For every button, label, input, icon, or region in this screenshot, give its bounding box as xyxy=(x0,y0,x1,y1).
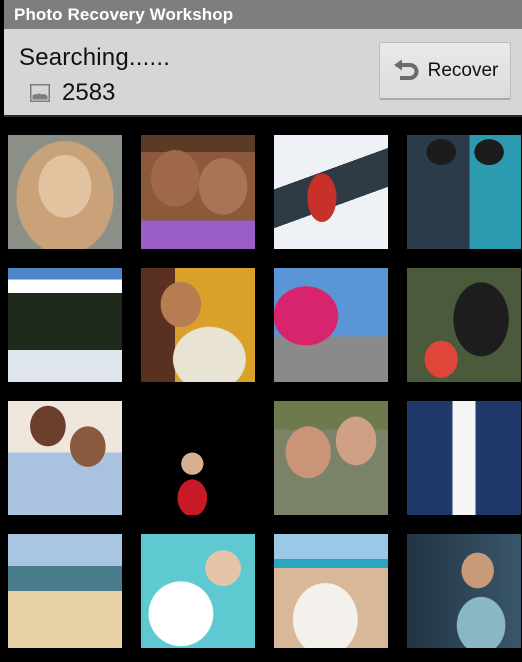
photo-thumbnail[interactable] xyxy=(274,401,388,515)
photo-image xyxy=(141,268,255,382)
photo-image xyxy=(8,135,122,249)
recovered-photo-grid xyxy=(8,135,521,648)
photo-count: 2583 xyxy=(62,79,116,106)
photo-image xyxy=(141,135,255,249)
photo-thumbnail[interactable] xyxy=(141,268,255,382)
undo-arrow-icon xyxy=(393,59,419,80)
app-title: Photo Recovery Workshop xyxy=(14,5,234,24)
photo-image xyxy=(274,135,388,249)
photo-image xyxy=(8,268,122,382)
photo-thumbnail[interactable] xyxy=(407,135,521,249)
photo-count-row: 2583 xyxy=(30,79,115,107)
recover-button[interactable]: Recover xyxy=(379,42,511,100)
photo-image xyxy=(407,401,521,515)
photo-image xyxy=(141,534,255,648)
photo-thumbnail[interactable] xyxy=(407,268,521,382)
photo-thumbnail[interactable] xyxy=(274,534,388,648)
recover-label: Recover xyxy=(427,59,499,81)
photo-thumbnail[interactable] xyxy=(407,401,521,515)
scan-header: Searching...... 2583 Recover xyxy=(4,29,522,117)
photo-thumbnail[interactable] xyxy=(141,534,255,648)
photo-thumbnail[interactable] xyxy=(8,534,122,648)
photo-thumbnail[interactable] xyxy=(407,534,521,648)
photo-thumbnail[interactable] xyxy=(8,401,122,515)
photo-image xyxy=(407,268,521,382)
photo-thumbnail[interactable] xyxy=(141,135,255,249)
title-bar: Photo Recovery Workshop xyxy=(4,0,522,29)
photo-thumbnail[interactable] xyxy=(141,401,255,515)
photo-thumbnail[interactable] xyxy=(8,268,122,382)
image-icon xyxy=(30,84,50,102)
photo-thumbnail[interactable] xyxy=(8,135,122,249)
photo-image xyxy=(407,135,521,249)
photo-image xyxy=(8,401,122,515)
photo-image xyxy=(274,401,388,515)
photo-image xyxy=(8,534,122,648)
photo-image xyxy=(407,534,521,648)
photo-thumbnail[interactable] xyxy=(274,135,388,249)
photo-image xyxy=(274,534,388,648)
photo-thumbnail[interactable] xyxy=(274,268,388,382)
photo-image xyxy=(274,268,388,382)
photo-image xyxy=(141,401,255,515)
scan-status: Searching...... xyxy=(19,44,171,71)
